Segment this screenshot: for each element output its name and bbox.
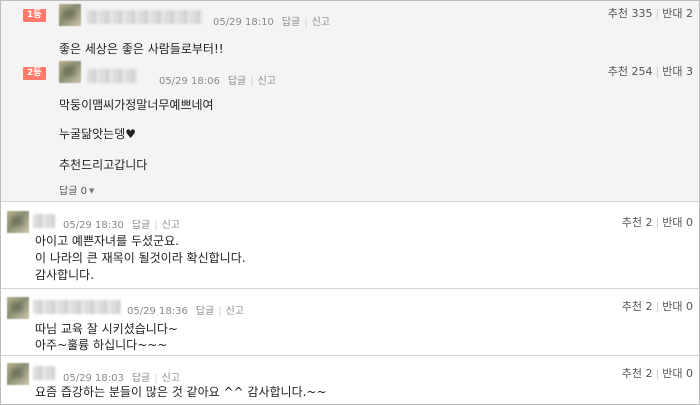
like-button[interactable]: 추천 2 bbox=[622, 367, 653, 380]
like-count: 2 bbox=[645, 300, 653, 313]
vote-counts: 추천 335 | 반대 2 bbox=[607, 7, 693, 20]
comment-text: 좋은 세상은 좋은 사람들로부터!! bbox=[59, 42, 224, 56]
report-link[interactable]: 신고 bbox=[258, 76, 276, 87]
comment-date: 05/29 18:36 bbox=[127, 306, 188, 317]
comment-item: 05/29 18:30 답글 | 신고 추천 2 | 반대 0 아이고 예쁜자녀를 두셨군… bbox=[1, 202, 699, 288]
comment-text: 아주~훌륭 하십니다~~~ bbox=[35, 338, 168, 352]
report-link[interactable]: 신고 bbox=[312, 17, 330, 28]
like-count: 2 bbox=[645, 367, 653, 380]
avatar[interactable] bbox=[7, 211, 29, 233]
like-button[interactable]: 추천 254 bbox=[608, 65, 653, 78]
comment-date: 05/29 18:06 bbox=[159, 76, 220, 87]
comment-text: 누굴닮앗는뎅♥ bbox=[59, 127, 136, 141]
dislike-button[interactable]: 반대 2 bbox=[662, 7, 693, 20]
comment-date: 05/29 18:30 bbox=[63, 220, 124, 231]
avatar[interactable] bbox=[7, 363, 29, 385]
dislike-count: 2 bbox=[686, 7, 693, 20]
comment-meta: 05/29 18:03 답글 | 신고 bbox=[63, 373, 181, 384]
nickname-blurred[interactable] bbox=[87, 10, 203, 24]
report-link[interactable]: 신고 bbox=[226, 306, 244, 317]
reply-link[interactable]: 답글 bbox=[282, 17, 300, 28]
nickname-blurred[interactable] bbox=[33, 214, 55, 228]
rank-badge: 2등 bbox=[23, 67, 46, 80]
report-link[interactable]: 신고 bbox=[162, 220, 180, 231]
comment-text: 추천드리고갑니다 bbox=[59, 158, 148, 172]
dislike-button[interactable]: 반대 3 bbox=[662, 65, 693, 78]
like-button[interactable]: 추천 2 bbox=[622, 300, 653, 313]
comment-meta: 05/29 18:10 답글 | 신고 bbox=[213, 17, 331, 28]
nickname-blurred[interactable] bbox=[87, 69, 137, 83]
comment-item: 05/29 18:36 답글 | 신고 추천 2 | 반대 0 따님 교육 잘 시키셨습니… bbox=[1, 289, 699, 355]
dislike-count: 0 bbox=[686, 367, 693, 380]
like-count: 335 bbox=[631, 7, 653, 20]
comment-meta: 05/29 18:30 답글 | 신고 bbox=[63, 220, 181, 231]
comment-text: 이 나라의 큰 재목이 될것이라 확신합니다. bbox=[35, 251, 246, 265]
dislike-count: 3 bbox=[686, 65, 693, 78]
vote-counts: 추천 254 | 반대 3 bbox=[607, 65, 693, 78]
comment-text: 아이고 예쁜자녀를 두셨군요. bbox=[35, 234, 179, 248]
comment-text: 따님 교육 잘 시키셨습니다~ bbox=[35, 322, 178, 336]
avatar[interactable] bbox=[7, 297, 29, 319]
comment-text: 감사합니다. bbox=[35, 268, 95, 282]
reply-link[interactable]: 답글 bbox=[228, 76, 246, 87]
nickname-blurred[interactable] bbox=[33, 366, 55, 380]
dislike-count: 0 bbox=[686, 300, 693, 313]
comment-text: 요즘 즙강하는 분들이 많은 것 같아요 ^^ 감사합니다.~~ bbox=[35, 385, 327, 399]
vote-counts: 추천 2 | 반대 0 bbox=[621, 367, 693, 380]
comment-list: 1등 05/29 18:10 답글 | 신고 추천 335 | 반대 2 좋은 세상은 좋… bbox=[0, 0, 700, 405]
like-button[interactable]: 추천 2 bbox=[622, 216, 653, 229]
rank-badge: 1등 bbox=[23, 9, 46, 22]
comment-meta: 05/29 18:36 답글 | 신고 bbox=[127, 306, 245, 317]
reply-link[interactable]: 답글 bbox=[132, 220, 150, 231]
vote-counts: 추천 2 | 반대 0 bbox=[621, 216, 693, 229]
dislike-button[interactable]: 반대 0 bbox=[662, 367, 693, 380]
avatar[interactable] bbox=[59, 4, 81, 26]
like-count: 254 bbox=[631, 65, 653, 78]
comment-item: 05/29 18:03 답글 | 신고 추천 2 | 반대 0 요즘 즙강하는 분들이 많… bbox=[1, 356, 699, 404]
best-comment-2: 2등 05/29 18:06 답글 | 신고 추천 254 | 반대 3 막둥이맴씨가정말… bbox=[1, 61, 699, 201]
nickname-blurred[interactable] bbox=[33, 300, 121, 314]
reply-link[interactable]: 답글 bbox=[196, 306, 214, 317]
comment-text: 막둥이맴씨가정말너무예쁘네여 bbox=[59, 98, 214, 112]
like-button[interactable]: 추천 335 bbox=[608, 7, 653, 20]
comment-meta: 05/29 18:06 답글 | 신고 bbox=[159, 76, 277, 87]
avatar[interactable] bbox=[59, 61, 81, 83]
vote-counts: 추천 2 | 반대 0 bbox=[621, 300, 693, 313]
like-count: 2 bbox=[645, 216, 653, 229]
dislike-button[interactable]: 반대 0 bbox=[662, 216, 693, 229]
dislike-count: 0 bbox=[686, 216, 693, 229]
comment-date: 05/29 18:10 bbox=[213, 17, 274, 28]
reply-count-toggle[interactable]: 답글 0 ▼ bbox=[59, 182, 94, 197]
dislike-button[interactable]: 반대 0 bbox=[662, 300, 693, 313]
caret-down-icon: ▼ bbox=[88, 187, 95, 195]
best-comment-1: 1등 05/29 18:10 답글 | 신고 추천 335 | 반대 2 좋은 세상은 좋… bbox=[1, 1, 699, 61]
